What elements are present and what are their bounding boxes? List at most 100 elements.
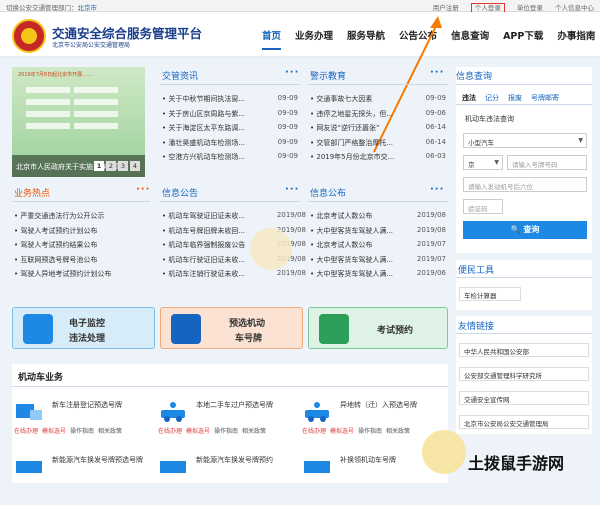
camera-icon (23, 314, 53, 344)
nav-service-guide[interactable]: 服务导航 (347, 28, 385, 50)
list-item[interactable]: • 关于房山区京周路与紫... 09-09 (162, 109, 298, 124)
nav-business[interactable]: 业务办理 (295, 28, 333, 50)
list-item[interactable]: • 驾驶人异地考试预约计划公布 (14, 269, 148, 284)
license-plate-icon (171, 314, 201, 344)
list-item[interactable]: • 大中型客货车驾驶人满... 2019/07 (310, 255, 446, 270)
service-used-car-transfer[interactable]: 本地二手车过户预选号牌 在线办理 模拟选号 操作指南 相关政策 (158, 400, 298, 450)
personal-center-link[interactable]: 个人信息中心 (555, 4, 594, 12)
online-handle-link[interactable]: 在线办理 (302, 428, 326, 435)
banner-page-1[interactable]: 1 (94, 161, 104, 171)
tab-points[interactable]: 记分 (485, 93, 499, 103)
link-research-institute[interactable]: 公安部交通管理科学研究所 (459, 367, 589, 381)
query-button[interactable]: 🔍 查询 (463, 221, 587, 239)
exam-booking-card[interactable]: 考试预约 (308, 307, 448, 349)
region-select[interactable]: 京 ▼ (463, 155, 503, 170)
service-relocation-plate[interactable]: 异地转（迁）入预选号牌 在线办理 模拟选号 操作指南 相关政策 (302, 400, 442, 450)
nav-guide[interactable]: 办事指南 (557, 28, 595, 50)
list-item[interactable]: • 关于中秋节期间执法窗... 09-09 (162, 94, 298, 109)
main-nav: 首页 业务办理 服务导航 公告公布 信息查询 APP下载 办事指南 (262, 28, 600, 50)
tab-scrap[interactable]: 报废 (508, 93, 522, 103)
tab-plate-mail[interactable]: 号牌邮寄 (531, 93, 559, 103)
query-form-label: 机动车违法查询 (465, 115, 514, 123)
list-item[interactable]: • 潘壮昊盛机动车检测场... 09-09 (162, 138, 298, 153)
captcha-input[interactable]: 验证码 (463, 199, 503, 214)
list-item[interactable]: • 关于海淀区太平东路调... 09-09 (162, 123, 298, 138)
engine-number-input[interactable]: 请输入发动机号后六位 (463, 177, 587, 192)
simulate-select-link[interactable]: 模拟选号 (186, 428, 210, 435)
register-link[interactable]: 用户注册 (433, 4, 459, 12)
list-item[interactable]: • 机动车注销行驶证未收... 2019/08 (162, 269, 306, 284)
plate-number-input[interactable]: 请输入号牌号码 (507, 155, 587, 170)
list-item[interactable]: • 空港方兴机动车检测场... 09-09 (162, 152, 298, 167)
service-replace-plate[interactable]: 补换领机动车号牌 (302, 455, 442, 505)
service-new-energy-booking[interactable]: 新能源汽车换发号牌预约 (158, 455, 298, 505)
policy-link[interactable]: 相关政策 (386, 428, 410, 435)
nav-info-query[interactable]: 信息查询 (451, 28, 489, 50)
list-item[interactable]: • 交管部门严格整治摩托... 06-14 (310, 138, 446, 153)
guide-link[interactable]: 操作指南 (70, 428, 94, 435)
nav-announcements[interactable]: 公告公布 (399, 28, 437, 50)
guide-link[interactable]: 操作指南 (358, 428, 382, 435)
info-release-title[interactable]: 信息公布 (310, 186, 346, 199)
simulate-select-link[interactable]: 模拟选号 (330, 428, 354, 435)
divider (160, 201, 300, 202)
hotspots-more-button[interactable]: ··· (136, 184, 150, 195)
nav-app-download[interactable]: APP下载 (503, 28, 543, 50)
online-handle-link[interactable]: 在线办理 (158, 428, 182, 435)
list-item[interactable]: • 网友说“逆行还嚣张” 06-14 (310, 123, 446, 138)
simulate-select-link[interactable]: 模拟选号 (42, 428, 66, 435)
query-tabs: 违法 记分 报废 号牌邮寄 (462, 93, 568, 103)
e-monitor-card[interactable]: 电子监控 违法处理 (12, 307, 155, 349)
list-item[interactable]: • 北京考试人数公布 2019/08 (310, 211, 446, 226)
vehicle-business-title: 机动车业务 (18, 373, 64, 383)
notices-more-button[interactable]: ··· (285, 184, 299, 195)
list-item[interactable]: • 2019年5月份北京市交... 06-03 (310, 152, 446, 167)
warning-education-title[interactable]: 警示教育 (310, 69, 346, 82)
list-item[interactable]: • 驾驶人考试预约结果公布 (14, 240, 148, 255)
list-item[interactable]: • 大中型客货车驾驶人满... 2019/06 (310, 269, 446, 284)
policy-link[interactable]: 相关政策 (98, 428, 122, 435)
plate-preselect-card[interactable]: 预选机动 车号牌 (160, 307, 303, 349)
car-transfer-icon (161, 402, 185, 422)
region-city[interactable]: 北京市 (78, 4, 98, 12)
list-item[interactable]: • 交通事故七大因素 09-09 (310, 94, 446, 109)
banner-page-3[interactable]: 3 (118, 161, 128, 171)
top-bar: 切换公安交通管理部门：北京市 用户注册 个人登录 单位登录 个人信息中心 (0, 0, 600, 13)
site-subtitle: 北京市公安局公安交通管理局 (52, 42, 131, 49)
nav-home[interactable]: 首页 (262, 28, 282, 50)
traffic-news-list: • 关于中秋节期间执法窗... 09-09 • 关于房山区京周路与紫... 09-0… (162, 94, 298, 167)
list-item[interactable]: • 机动车驾驶证旧证未收... 2019/08 (162, 211, 306, 226)
list-item[interactable]: • 违停之地星无探头，但... 09-06 (310, 109, 446, 124)
service-new-car-plate[interactable]: 新车注册登记预选号牌 在线办理 模拟选号 操作指南 相关政策 (14, 400, 154, 450)
traffic-news-more-button[interactable]: ··· (285, 67, 299, 78)
info-release-list: • 北京考试人数公布 2019/08 • 大中型客货车驾驶人满... 2019/08… (310, 211, 446, 284)
link-ministry[interactable]: 中华人民共和国公安部 (459, 343, 589, 357)
hotspots-list: • 严重交通违法行为公开公示 • 驾驶人考试预约计划公布 • 驾驶人考试预约结果… (14, 211, 148, 284)
banner-pager: 1 2 3 4 (92, 161, 140, 171)
company-login-link[interactable]: 单位登录 (517, 4, 543, 12)
service-new-energy-plate[interactable]: 新能源汽车换发号牌预选号牌 (14, 455, 154, 505)
policy-link[interactable]: 相关政策 (242, 428, 266, 435)
banner-page-2[interactable]: 2 (106, 161, 116, 171)
list-item[interactable]: • 互联网预选号牌号池公布 (14, 255, 148, 270)
guide-link[interactable]: 操作指南 (214, 428, 238, 435)
region-switcher[interactable]: 切换公安交通管理部门：北京市 (6, 2, 97, 12)
hotspots-title[interactable]: 业务热点 (14, 186, 50, 199)
vehicle-type-select[interactable]: 小型汽车 ▼ (463, 133, 587, 148)
traffic-news-title[interactable]: 交管资讯 (162, 69, 198, 82)
list-item[interactable]: • 北京考试人数公布 2019/07 (310, 240, 446, 255)
link-beijing-bureau[interactable]: 北京市公安局公安交通管理局 (459, 415, 589, 429)
list-item[interactable]: • 严重交通违法行为公开公示 (14, 211, 148, 226)
info-release-more-button[interactable]: ··· (430, 184, 444, 195)
list-item[interactable]: • 大中型客货车驾驶人满... 2019/08 (310, 226, 446, 241)
link-safety-web[interactable]: 交通安全宣传网 (459, 391, 589, 405)
car-document-icon (16, 404, 42, 420)
notices-title[interactable]: 信息公告 (162, 186, 198, 199)
warning-more-button[interactable]: ··· (430, 67, 444, 78)
online-handle-link[interactable]: 在线办理 (14, 428, 38, 435)
list-item[interactable]: • 驾驶人考试预约计划公布 (14, 226, 148, 241)
banner-graphic (26, 85, 131, 133)
tab-violation[interactable]: 违法 (462, 93, 476, 103)
inspection-calculator-link[interactable]: 车检计算器 (459, 287, 521, 301)
banner-page-4[interactable]: 4 (130, 161, 140, 171)
